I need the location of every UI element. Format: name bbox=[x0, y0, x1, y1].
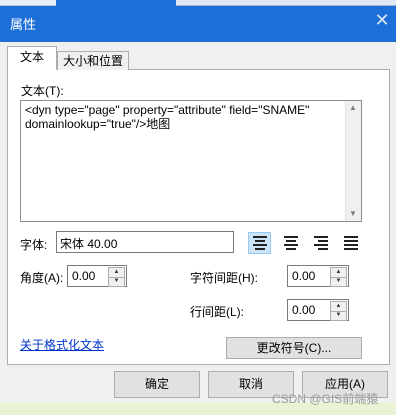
close-icon[interactable]: ✕ bbox=[373, 10, 391, 30]
char-spacing-spinner[interactable]: 0.00 ▲ ▼ bbox=[287, 265, 349, 287]
change-symbol-button[interactable]: 更改符号(C)... bbox=[226, 337, 362, 359]
char-spacing-down-icon[interactable]: ▼ bbox=[331, 277, 346, 286]
line-spacing-label: 行间距(L): bbox=[190, 305, 245, 319]
char-spacing-value: 0.00 bbox=[292, 269, 316, 283]
line-spacing-spinner[interactable]: 0.00 ▲ ▼ bbox=[287, 299, 349, 321]
align-center-button[interactable] bbox=[279, 232, 302, 254]
font-label: 字体: bbox=[20, 238, 48, 252]
tab-text[interactable]: 文本 bbox=[7, 46, 57, 70]
angle-down-icon[interactable]: ▼ bbox=[109, 277, 124, 286]
text-textarea-value: <dyn type="page" property="attribute" fi… bbox=[25, 103, 310, 131]
text-label: 文本(T): bbox=[21, 84, 64, 98]
window-title: 属性 bbox=[10, 17, 37, 32]
angle-value: 0.00 bbox=[72, 269, 96, 283]
align-right-button[interactable] bbox=[309, 232, 332, 254]
scroll-down-icon[interactable]: ▼ bbox=[345, 208, 361, 220]
char-spacing-label: 字符间距(H): bbox=[190, 271, 258, 285]
watermark: CSDN @GIS前端猿 bbox=[272, 392, 379, 406]
format-text-link[interactable]: 关于格式化文本 bbox=[20, 336, 104, 353]
angle-label: 角度(A): bbox=[20, 271, 64, 285]
align-left-button[interactable] bbox=[248, 232, 271, 254]
line-spacing-down-icon[interactable]: ▼ bbox=[331, 311, 346, 320]
angle-spinner[interactable]: 0.00 ▲ ▼ bbox=[67, 265, 127, 287]
background-window-edge bbox=[0, 0, 56, 6]
tab-size-position[interactable]: 大小和位置 bbox=[57, 51, 129, 70]
scroll-up-icon[interactable]: ▲ bbox=[345, 102, 361, 114]
ok-button[interactable]: 确定 bbox=[114, 371, 200, 398]
font-field[interactable]: 宋体 40.00 bbox=[56, 231, 234, 253]
textarea-scrollbar[interactable] bbox=[345, 101, 361, 221]
line-spacing-value: 0.00 bbox=[292, 303, 316, 317]
background-window-strip bbox=[176, 0, 396, 6]
title-bar bbox=[0, 0, 396, 42]
align-justify-button[interactable] bbox=[339, 232, 362, 254]
